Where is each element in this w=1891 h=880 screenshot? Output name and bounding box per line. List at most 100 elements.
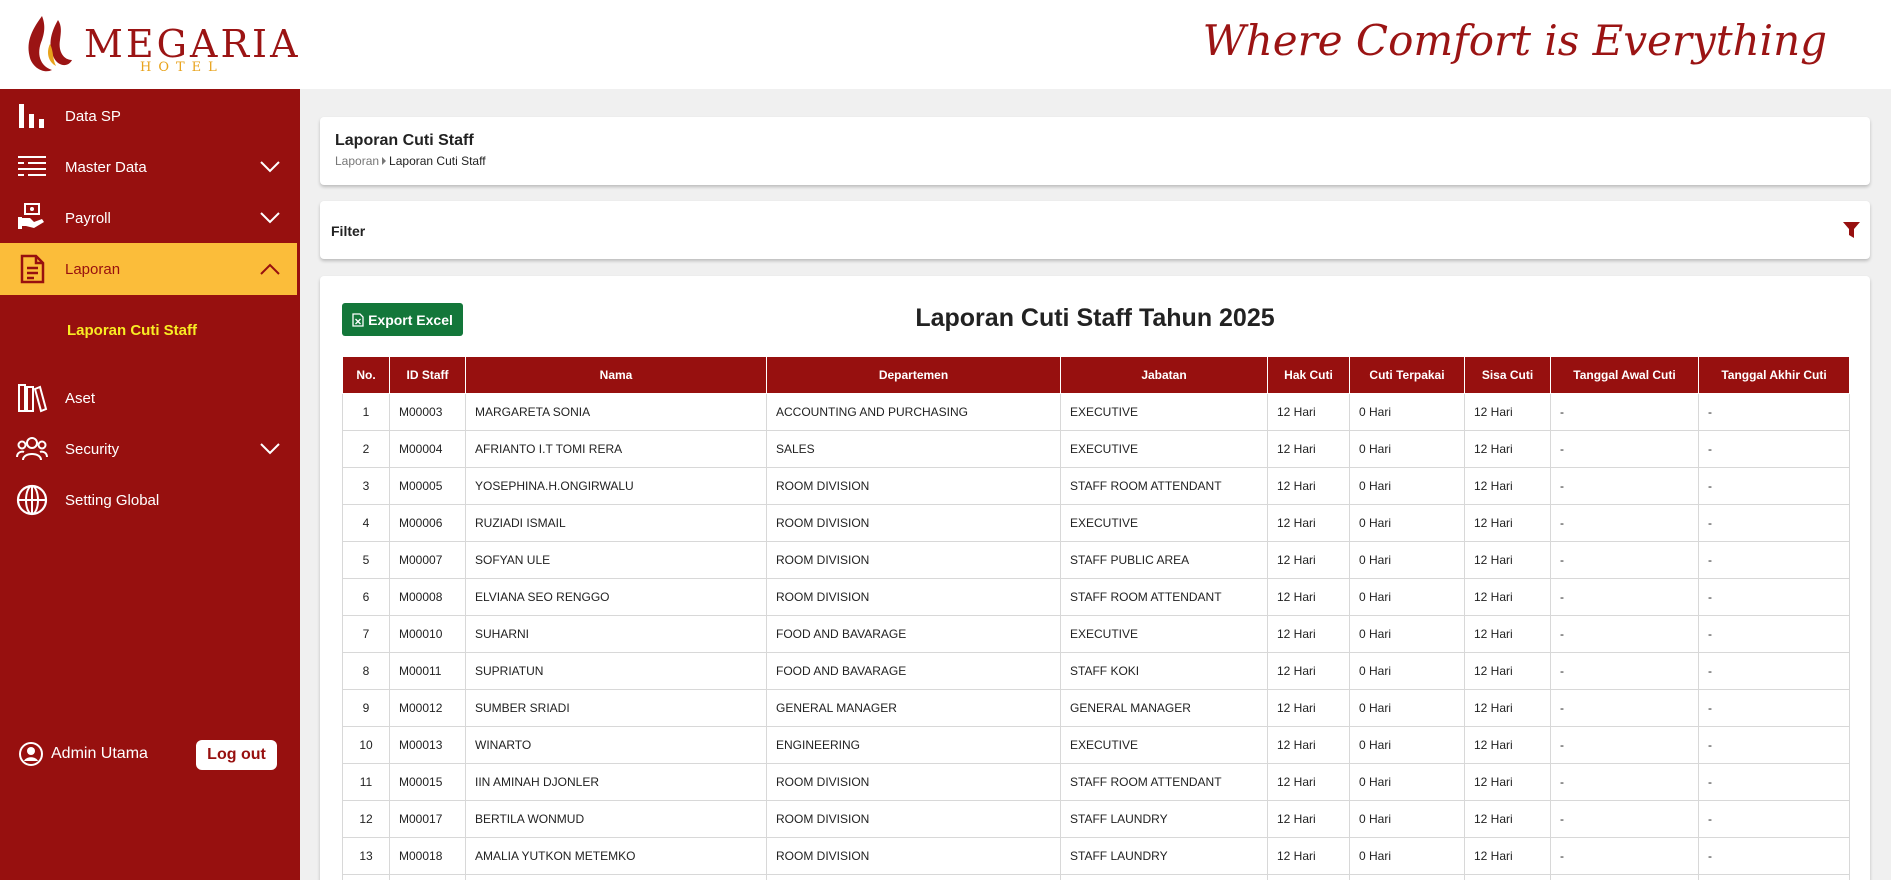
export-excel-label: Export Excel	[368, 311, 453, 328]
table-cell: 0 Hari	[1349, 800, 1465, 838]
table-cell: EXECUTIVE	[1060, 615, 1268, 653]
table-cell: 0 Hari	[1349, 578, 1465, 616]
export-excel-button[interactable]: Export Excel	[342, 303, 463, 336]
leave-report-table: No. ID Staff Nama Departemen Jabatan Hak…	[342, 356, 1850, 880]
table-cell: 0 Hari	[1349, 467, 1465, 505]
hotel-logo[interactable]: MEGARIA HOTEL	[24, 14, 298, 76]
breadcrumb-separator-icon	[382, 157, 387, 165]
table-cell: SOFYAN ULE	[465, 541, 767, 579]
table-cell: ROOM DIVISION	[766, 467, 1061, 505]
table-cell: M00005	[389, 467, 466, 505]
column-header: Nama	[465, 356, 767, 394]
sidebar-item-aset[interactable]: Aset	[0, 372, 297, 424]
table-cell: M00017	[389, 800, 466, 838]
books-icon	[18, 384, 48, 413]
table-cell: -	[1698, 504, 1850, 542]
sidebar-item-payroll[interactable]: Payroll	[0, 192, 297, 244]
excel-file-icon	[352, 312, 364, 327]
table-row: 10 M00013 WINARTO ENGINEERING EXECUTIVE 12 Ha…	[342, 726, 1850, 764]
sidebar-item-setting-global[interactable]: Setting Global	[0, 474, 297, 526]
table-cell: ROOM DIVISION	[766, 837, 1061, 875]
table-cell: -	[1698, 578, 1850, 616]
table-cell: 12 Hari	[1267, 467, 1350, 505]
sidebar-item-master-data[interactable]: Master Data	[0, 141, 297, 193]
sidebar-item-label: Laporan	[65, 260, 121, 278]
column-header: Tanggal Awal Cuti	[1550, 356, 1699, 394]
report-title: Laporan Cuti Staff Tahun 2025	[915, 304, 1275, 332]
money-hand-icon	[18, 203, 44, 229]
table-cell: YOSEPHINA.H.ONGIRWALU	[465, 467, 767, 505]
sidebar-item-label: Payroll	[65, 209, 111, 227]
filter-icon[interactable]	[1843, 222, 1860, 238]
breadcrumb-link[interactable]: Laporan	[335, 154, 379, 168]
table-cell: 12 Hari	[1464, 504, 1551, 542]
table-cell: 7	[342, 615, 390, 653]
table-cell: 12	[342, 800, 390, 838]
sidebar-subitem-laporan-cuti-staff[interactable]: Laporan Cuti Staff	[67, 322, 197, 339]
table-cell: 12 Hari	[1464, 578, 1551, 616]
table-cell: 12 Hari	[1464, 652, 1551, 690]
filter-card[interactable]: Filter	[320, 201, 1870, 259]
table-row: 3 M00005 YOSEPHINA.H.ONGIRWALU ROOM DIVISIO…	[342, 467, 1850, 505]
table-cell: 1	[342, 393, 390, 431]
table-header-row: No. ID Staff Nama Departemen Jabatan Hak…	[342, 356, 1850, 394]
table-cell: 12 Hari	[1267, 689, 1350, 727]
table-cell: 12 Hari	[1267, 430, 1350, 468]
table-cell: M00010	[389, 615, 466, 653]
sidebar: Data SP Master Data Payroll Laporan Lapo…	[0, 89, 300, 880]
table-cell: 0 Hari	[1349, 837, 1465, 875]
top-header: MEGARIA HOTEL Where Comfort is Everythin…	[0, 0, 1891, 89]
table-cell: M00018	[389, 837, 466, 875]
table-cell: STAFF ROOM ATTENDANT	[1060, 763, 1268, 801]
slogan: Where Comfort is Everything	[1202, 16, 1827, 65]
chevron-up-icon[interactable]	[259, 262, 281, 276]
table-cell: 12 Hari	[1464, 763, 1551, 801]
table-cell: 9	[342, 689, 390, 727]
table-cell: -	[1698, 800, 1850, 838]
table-cell: WINARTO	[465, 726, 767, 764]
table-row: 1 M00003 MARGARETA SONIA ACCOUNTING AND PUR…	[342, 393, 1850, 431]
table-cell: 12 Hari	[1267, 504, 1350, 542]
column-header: Jabatan	[1060, 356, 1268, 394]
table-cell: -	[1550, 541, 1699, 579]
table-cell: 0 Hari	[1349, 393, 1465, 431]
page-title: Laporan Cuti Staff	[335, 132, 474, 149]
table-row: 4 M00006 RUZIADI ISMAIL ROOM DIVISION EXECUT…	[342, 504, 1850, 542]
table-cell: STAFF KOKI	[1060, 652, 1268, 690]
table-cell: -	[1698, 393, 1850, 431]
table-cell: EXECUTIVE	[1060, 393, 1268, 431]
table-cell	[1349, 874, 1465, 880]
logout-button[interactable]: Log out	[196, 740, 277, 770]
table-cell: 6	[342, 578, 390, 616]
table-cell: 12 Hari	[1267, 837, 1350, 875]
column-header: Cuti Terpakai	[1349, 356, 1465, 394]
sidebar-item-laporan[interactable]: Laporan	[0, 243, 297, 295]
sidebar-item-label: Security	[65, 440, 120, 458]
user-avatar-icon	[19, 742, 43, 766]
table-cell: M00004	[389, 430, 466, 468]
table-cell: STAFF LAUNDRY	[1060, 837, 1268, 875]
sidebar-item-data-sp[interactable]: Data SP	[0, 90, 297, 142]
table-cell: -	[1698, 726, 1850, 764]
table-cell: -	[1550, 393, 1699, 431]
column-header: ID Staff	[389, 356, 466, 394]
chevron-down-icon[interactable]	[259, 211, 281, 225]
table-cell: 0 Hari	[1349, 430, 1465, 468]
table-cell: -	[1698, 652, 1850, 690]
column-header: Hak Cuti	[1267, 356, 1350, 394]
table-cell: -	[1550, 430, 1699, 468]
table-cell: M00008	[389, 578, 466, 616]
table-cell: 0 Hari	[1349, 689, 1465, 727]
table-cell: 12 Hari	[1267, 578, 1350, 616]
user-info: Admin Utama	[19, 742, 148, 766]
sidebar-item-security[interactable]: Security	[0, 423, 297, 475]
breadcrumb-current: Laporan Cuti Staff	[389, 154, 486, 168]
chevron-down-icon[interactable]	[259, 160, 281, 174]
table-row: 12 M00017 BERTILA WONMUD ROOM DIVISION STAFF…	[342, 800, 1850, 838]
table-cell: SALES	[766, 430, 1061, 468]
table-cell	[1464, 874, 1551, 880]
chevron-down-icon[interactable]	[259, 442, 281, 456]
table-cell	[465, 874, 767, 880]
table-cell: RUZIADI ISMAIL	[465, 504, 767, 542]
table-cell: ROOM DIVISION	[766, 504, 1061, 542]
